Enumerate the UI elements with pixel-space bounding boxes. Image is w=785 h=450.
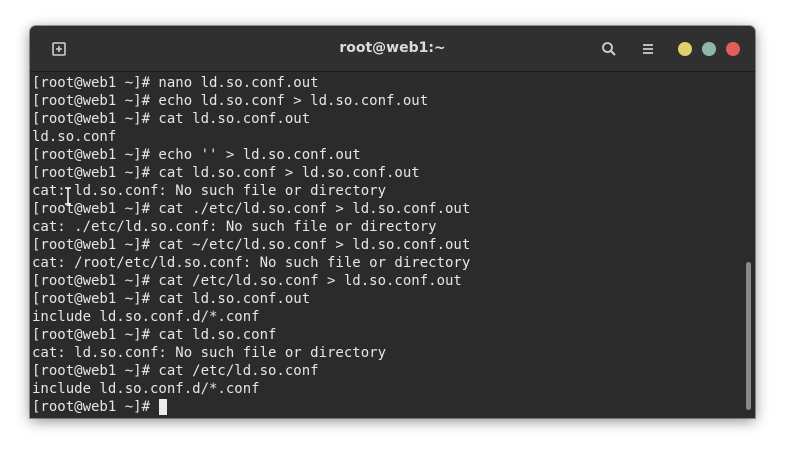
- title-bar: root@web1:~: [30, 26, 755, 72]
- current-prompt-line[interactable]: [root@web1 ~]#: [32, 398, 470, 416]
- terminal-line: [root@web1 ~]# cat ld.so.conf.out: [32, 291, 311, 307]
- terminal-line: [root@web1 ~]# cat /etc/ld.so.conf: [32, 363, 319, 379]
- terminal-line: [root@web1 ~]# cat ./etc/ld.so.conf > ld…: [32, 201, 471, 217]
- terminal-line: cat: ld.so.conf: No such file or directo…: [32, 183, 387, 199]
- maximize-button[interactable]: [702, 42, 716, 56]
- terminal-line: [root@web1 ~]# echo ld.so.conf > ld.so.c…: [32, 93, 429, 109]
- terminal-line: [root@web1 ~]# cat ld.so.conf > ld.so.co…: [32, 165, 420, 181]
- terminal-window: root@web1:~ [root@web1 ~]# nano ld.so.co…: [30, 26, 755, 418]
- prompt-text: [root@web1 ~]#: [32, 399, 159, 415]
- terminal-line: cat: /root/etc/ld.so.conf: No such file …: [32, 255, 471, 271]
- terminal-output[interactable]: [root@web1 ~]# nano ld.so.conf.out [root…: [30, 72, 755, 418]
- terminal-line: ld.so.conf: [32, 129, 117, 145]
- search-icon: [602, 42, 616, 56]
- terminal-line: [root@web1 ~]# cat ld.so.conf.out: [32, 111, 311, 127]
- menu-button[interactable]: [635, 36, 661, 62]
- text-cursor: [159, 399, 168, 415]
- hamburger-menu-icon: [643, 44, 653, 54]
- terminal-line: include ld.so.conf.d/*.conf: [32, 309, 260, 325]
- terminal-line: cat: ./etc/ld.so.conf: No such file or d…: [32, 219, 437, 235]
- minimize-button[interactable]: [678, 42, 692, 56]
- terminal-line: [root@web1 ~]# cat /etc/ld.so.conf > ld.…: [32, 273, 462, 289]
- terminal-line: [root@web1 ~]# cat ld.so.conf: [32, 327, 277, 343]
- ibeam-cursor-icon: [65, 187, 71, 205]
- search-button[interactable]: [596, 36, 622, 62]
- terminal-line: [root@web1 ~]# cat ~/etc/ld.so.conf > ld…: [32, 237, 471, 253]
- scrollbar[interactable]: [746, 262, 751, 410]
- terminal-line: include ld.so.conf.d/*.conf: [32, 381, 260, 397]
- terminal-line: [root@web1 ~]# nano ld.so.conf.out: [32, 75, 319, 91]
- terminal-line: cat: ld.so.conf: No such file or directo…: [32, 345, 387, 361]
- close-button[interactable]: [726, 42, 740, 56]
- terminal-lines: [root@web1 ~]# nano ld.so.conf.out [root…: [32, 74, 470, 416]
- terminal-line: [root@web1 ~]# echo '' > ld.so.conf.out: [32, 147, 361, 163]
